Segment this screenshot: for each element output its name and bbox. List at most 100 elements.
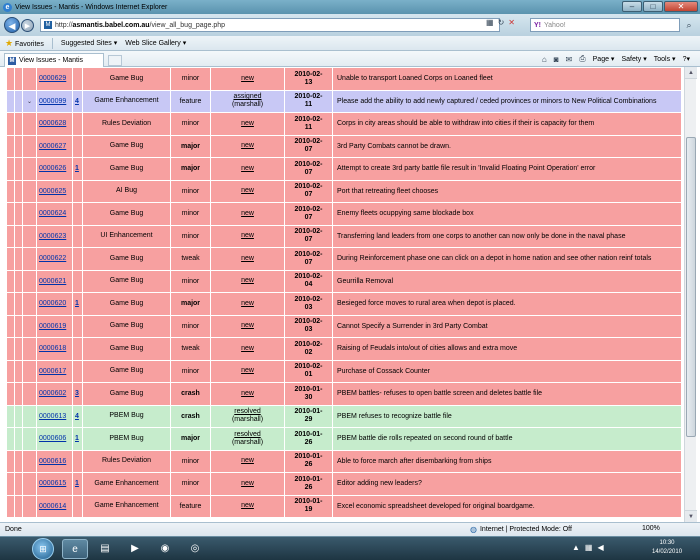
- row-select-cell[interactable]: [22, 494, 37, 518]
- refresh-icon[interactable]: ↻: [498, 18, 505, 27]
- row-checkbox-cell[interactable]: [6, 134, 15, 158]
- issue-status-link[interactable]: new: [213, 165, 282, 173]
- taskbar-chrome-icon[interactable]: ◎: [182, 539, 208, 559]
- address-field[interactable]: M http://asmantis.babel.com.au/view_all_…: [40, 18, 500, 32]
- issue-status-link[interactable]: new: [213, 142, 282, 150]
- row-checkbox-cell[interactable]: [6, 494, 15, 518]
- taskbar-clock[interactable]: 10:30 14/02/2010: [652, 539, 682, 557]
- row-select-cell[interactable]: [22, 314, 37, 338]
- row-checkbox-cell[interactable]: [6, 202, 15, 226]
- row-checkbox-cell[interactable]: [6, 359, 15, 383]
- row-checkbox-cell[interactable]: [6, 247, 15, 271]
- compatibility-icon[interactable]: ▦: [486, 18, 494, 27]
- issue-id-link[interactable]: 0000620: [39, 300, 66, 307]
- tray-arrow-icon[interactable]: ▲: [572, 543, 580, 552]
- tray-network-icon[interactable]: ▦: [585, 543, 593, 552]
- scroll-down-icon[interactable]: ▼: [685, 510, 697, 522]
- issue-status-link[interactable]: new: [213, 187, 282, 195]
- row-checkbox-cell[interactable]: [6, 224, 15, 248]
- row-select-cell[interactable]: [22, 359, 37, 383]
- row-select-cell[interactable]: [22, 382, 37, 406]
- issue-notes-count[interactable]: 1: [72, 292, 83, 316]
- issue-id-link[interactable]: 0000619: [39, 323, 66, 330]
- issue-id-link[interactable]: 0000627: [39, 143, 66, 150]
- start-button[interactable]: ⊞: [32, 538, 54, 560]
- issue-id-link[interactable]: 0000602: [39, 390, 66, 397]
- zoom-level[interactable]: 100%: [642, 525, 660, 532]
- row-select-cell[interactable]: [22, 112, 37, 136]
- issue-notes-count[interactable]: 4: [72, 89, 83, 113]
- issue-id-link[interactable]: 0000099: [39, 98, 66, 105]
- issue-id-link[interactable]: 0000629: [39, 75, 66, 82]
- taskbar-ie-icon[interactable]: e: [62, 539, 88, 559]
- security-zone[interactable]: ◍ Internet | Protected Mode: Off: [470, 525, 572, 534]
- issue-notes-count[interactable]: 3: [72, 382, 83, 406]
- row-select-cell[interactable]: [22, 202, 37, 226]
- taskbar-app-icon[interactable]: ◉: [152, 539, 178, 559]
- issue-id-link[interactable]: 0000617: [39, 368, 66, 375]
- issue-notes-count[interactable]: 1: [72, 472, 83, 496]
- row-checkbox-cell[interactable]: [6, 337, 15, 361]
- row-checkbox-cell[interactable]: [6, 427, 15, 451]
- issue-status-link[interactable]: new: [213, 75, 282, 83]
- chevron-down-icon[interactable]: ⌄: [27, 99, 32, 105]
- row-checkbox-cell[interactable]: [6, 404, 15, 428]
- issue-notes-count[interactable]: 1: [72, 427, 83, 451]
- issue-status-link[interactable]: new: [213, 255, 282, 263]
- issue-status-link[interactable]: new: [213, 232, 282, 240]
- row-checkbox-cell[interactable]: [6, 269, 15, 293]
- tray-volume-icon[interactable]: ◀: [597, 543, 603, 552]
- issue-notes-count[interactable]: 1: [72, 157, 83, 181]
- issue-id-link[interactable]: 0000615: [39, 480, 66, 487]
- taskbar-media-player-icon[interactable]: ▶: [122, 539, 148, 559]
- issue-status-link[interactable]: new: [213, 322, 282, 330]
- issue-status-link[interactable]: resolved: [213, 431, 282, 439]
- row-select-cell[interactable]: [22, 67, 37, 91]
- page-menu[interactable]: Page ▾: [593, 55, 615, 63]
- minimize-button[interactable]: –: [622, 1, 642, 12]
- home-icon[interactable]: ⌂: [542, 55, 547, 64]
- issue-status-link[interactable]: resolved: [213, 408, 282, 416]
- issue-status-link[interactable]: new: [213, 120, 282, 128]
- issue-status-link[interactable]: assigned: [213, 93, 282, 101]
- row-select-cell[interactable]: [22, 269, 37, 293]
- row-select-cell[interactable]: [22, 292, 37, 316]
- row-select-cell[interactable]: [22, 472, 37, 496]
- issue-status-link[interactable]: new: [213, 480, 282, 488]
- row-select-cell[interactable]: [22, 427, 37, 451]
- stop-icon[interactable]: ✕: [508, 18, 515, 27]
- safety-menu[interactable]: Safety ▾: [621, 55, 646, 63]
- issue-status-link[interactable]: new: [213, 390, 282, 398]
- issue-id-link[interactable]: 0000621: [39, 278, 66, 285]
- row-select-cell[interactable]: [22, 337, 37, 361]
- issue-id-link[interactable]: 0000606: [39, 435, 66, 442]
- scroll-up-icon[interactable]: ▲: [685, 67, 697, 79]
- issue-id-link[interactable]: 0000616: [39, 458, 66, 465]
- back-button[interactable]: ◀: [4, 17, 20, 33]
- row-select-cell[interactable]: [22, 179, 37, 203]
- issue-status-link[interactable]: new: [213, 502, 282, 510]
- row-select-cell[interactable]: [22, 157, 37, 181]
- search-icon[interactable]: ⌕: [682, 18, 696, 32]
- issue-id-link[interactable]: 0000622: [39, 255, 66, 262]
- mail-icon[interactable]: ✉: [566, 55, 573, 64]
- issue-status-link[interactable]: new: [213, 210, 282, 218]
- issue-id-link[interactable]: 0000626: [39, 165, 66, 172]
- row-select-cell[interactable]: [22, 224, 37, 248]
- taskbar-explorer-icon[interactable]: ▤: [92, 539, 118, 559]
- row-checkbox-cell[interactable]: [6, 179, 15, 203]
- new-tab-button[interactable]: [108, 55, 122, 66]
- issue-id-link[interactable]: 0000625: [39, 188, 66, 195]
- issue-status-link[interactable]: new: [213, 367, 282, 375]
- row-checkbox-cell[interactable]: [6, 292, 15, 316]
- feeds-icon[interactable]: ◙: [554, 55, 559, 64]
- row-select-cell[interactable]: [22, 404, 37, 428]
- issue-notes-count[interactable]: 4: [72, 404, 83, 428]
- row-checkbox-cell[interactable]: [6, 112, 15, 136]
- row-checkbox-cell[interactable]: [6, 449, 15, 473]
- search-input[interactable]: Y! Yahoo!: [530, 18, 680, 32]
- tools-menu[interactable]: Tools ▾: [654, 55, 676, 63]
- row-checkbox-cell[interactable]: [6, 314, 15, 338]
- print-icon[interactable]: ⎙: [579, 54, 585, 64]
- suggested-sites-button[interactable]: Suggested Sites ▾: [61, 39, 117, 47]
